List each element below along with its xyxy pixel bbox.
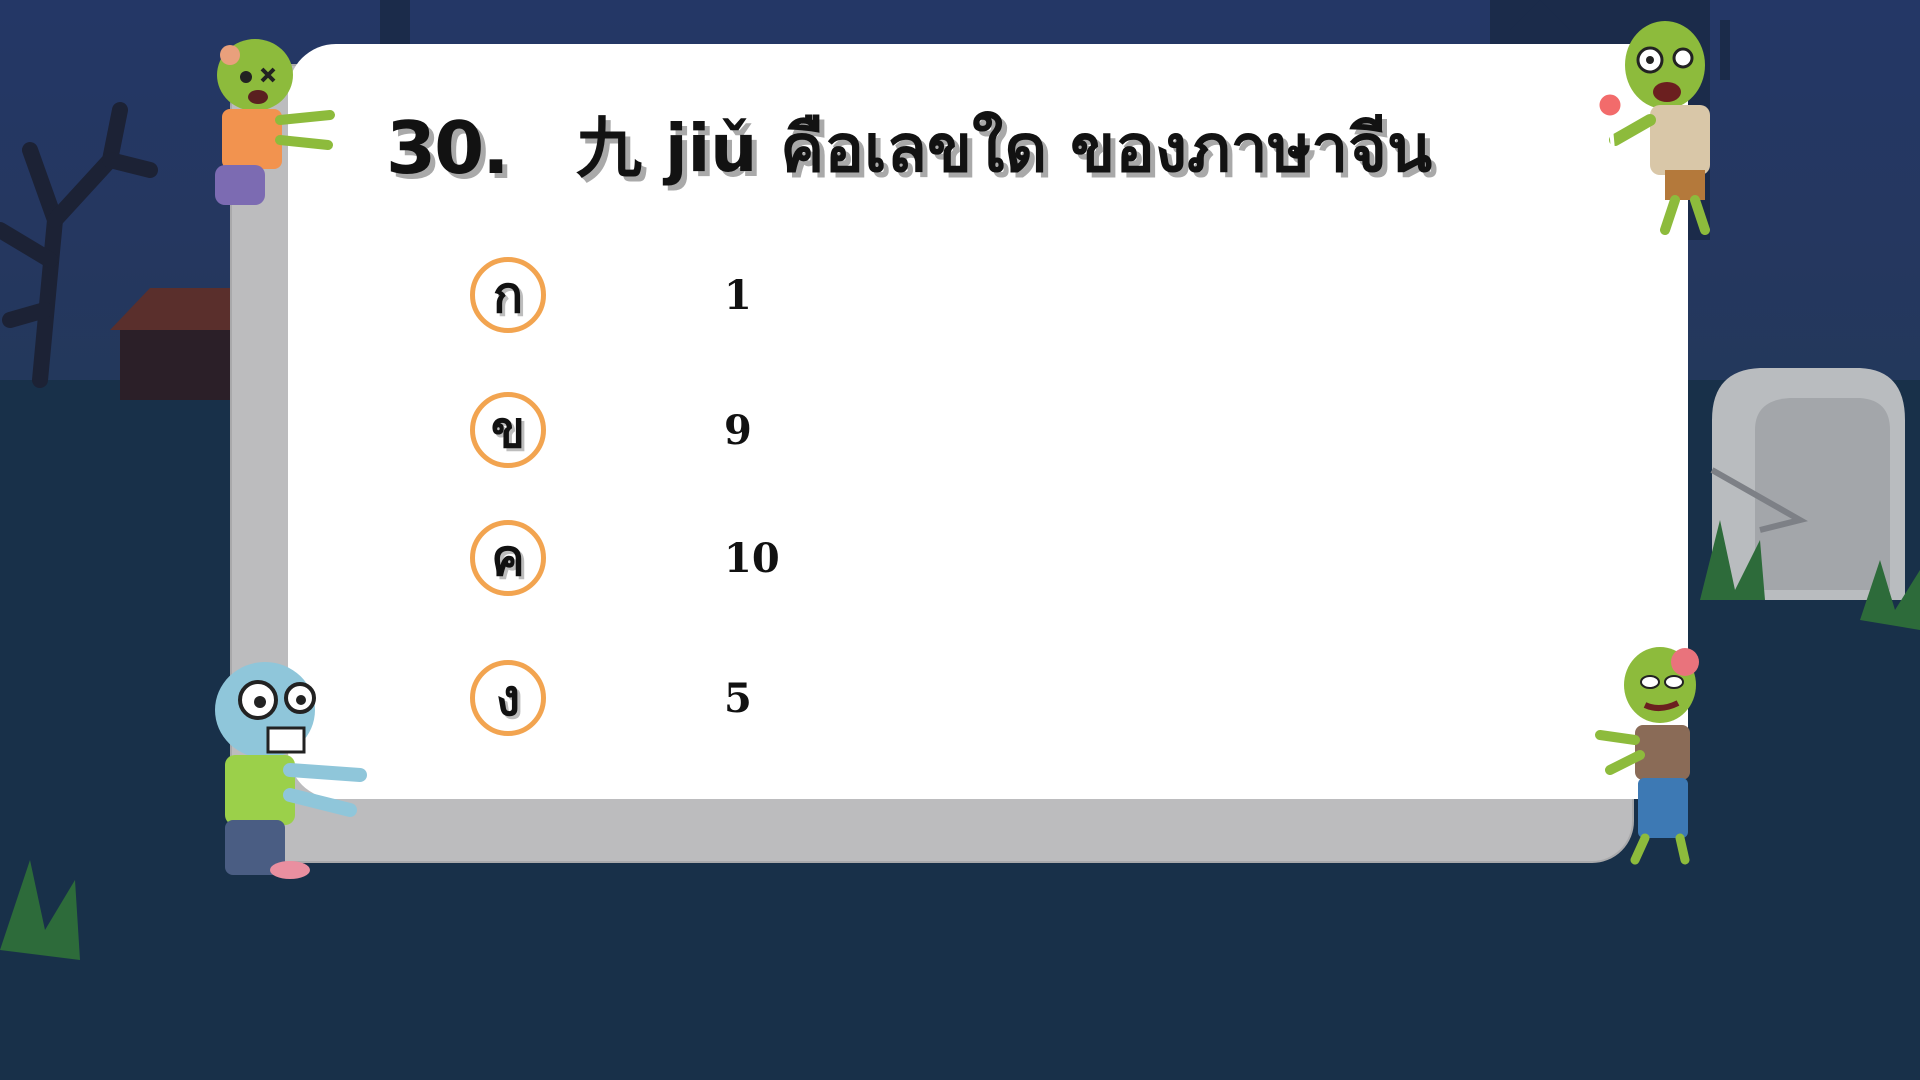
option-value: 10 xyxy=(724,534,780,582)
question-heading: 30. 九 jiǔ คือเลขใด ของภาษาจีน xyxy=(386,88,1432,208)
option-c[interactable]: ค 10 xyxy=(470,513,780,603)
option-value: 9 xyxy=(724,406,752,454)
option-letter-badge: ง xyxy=(470,660,546,736)
option-letter-badge: ก xyxy=(470,257,546,333)
option-letter-badge: ค xyxy=(470,520,546,596)
option-value: 1 xyxy=(724,271,752,319)
zombie-bottom-right-icon xyxy=(1595,647,1699,865)
option-a[interactable]: ก 1 xyxy=(470,250,752,340)
zombie-top-right-icon xyxy=(1596,21,1710,235)
zombie-bottom-left-icon xyxy=(215,662,367,879)
question-text: 九 jiǔ คือเลขใด ของภาษาจีน xyxy=(576,110,1433,187)
option-value: 5 xyxy=(724,674,752,722)
question-number: 30. xyxy=(386,106,510,190)
gravestone xyxy=(1710,368,1905,600)
option-letter-badge: ข xyxy=(470,392,546,468)
option-d[interactable]: ง 5 xyxy=(470,653,752,743)
zombie-top-left-icon xyxy=(215,39,335,205)
option-b[interactable]: ข 9 xyxy=(470,385,752,475)
